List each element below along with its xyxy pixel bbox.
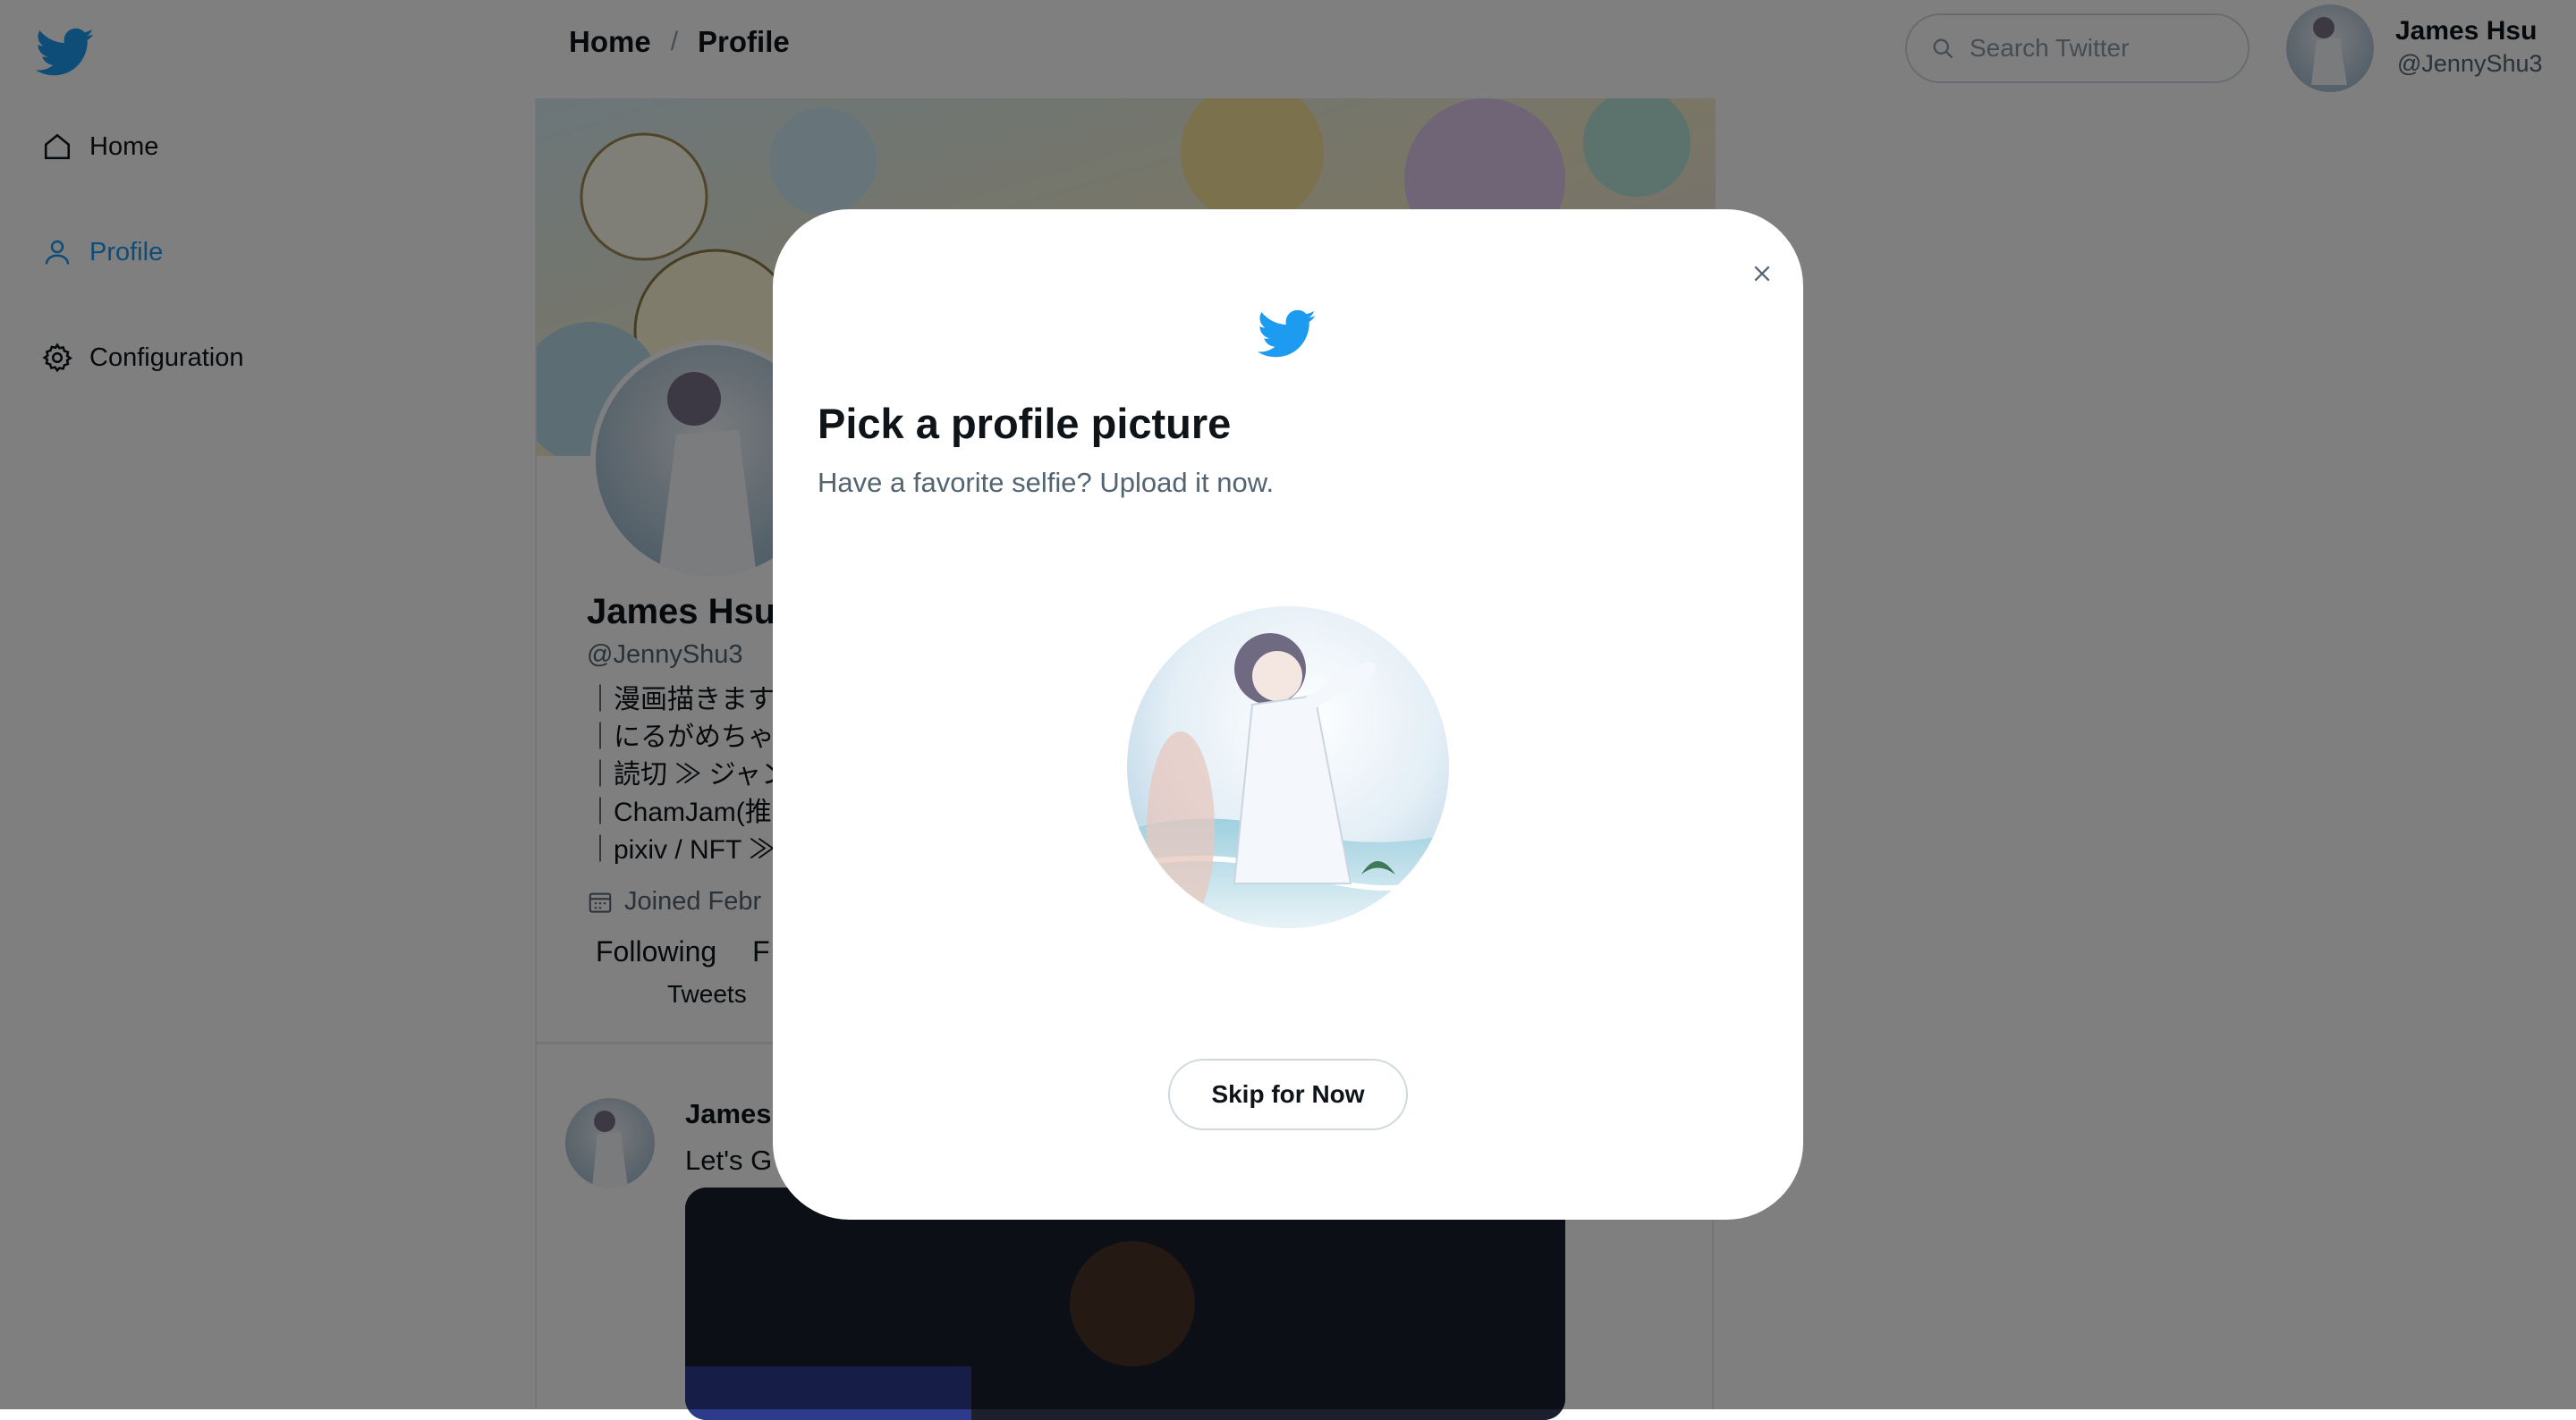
profile-picture-preview[interactable] [1127,606,1449,928]
close-button[interactable] [1739,250,1785,297]
profile-picture-modal: Pick a profile picture Have a favorite s… [773,209,1803,1220]
modal-subtitle: Have a favorite selfie? Upload it now. [818,467,1275,498]
close-icon [1754,266,1770,282]
twitter-bird-icon [1258,309,1316,358]
skip-for-now-button[interactable]: Skip for Now [1168,1059,1408,1130]
modal-title: Pick a profile picture [818,400,1232,447]
